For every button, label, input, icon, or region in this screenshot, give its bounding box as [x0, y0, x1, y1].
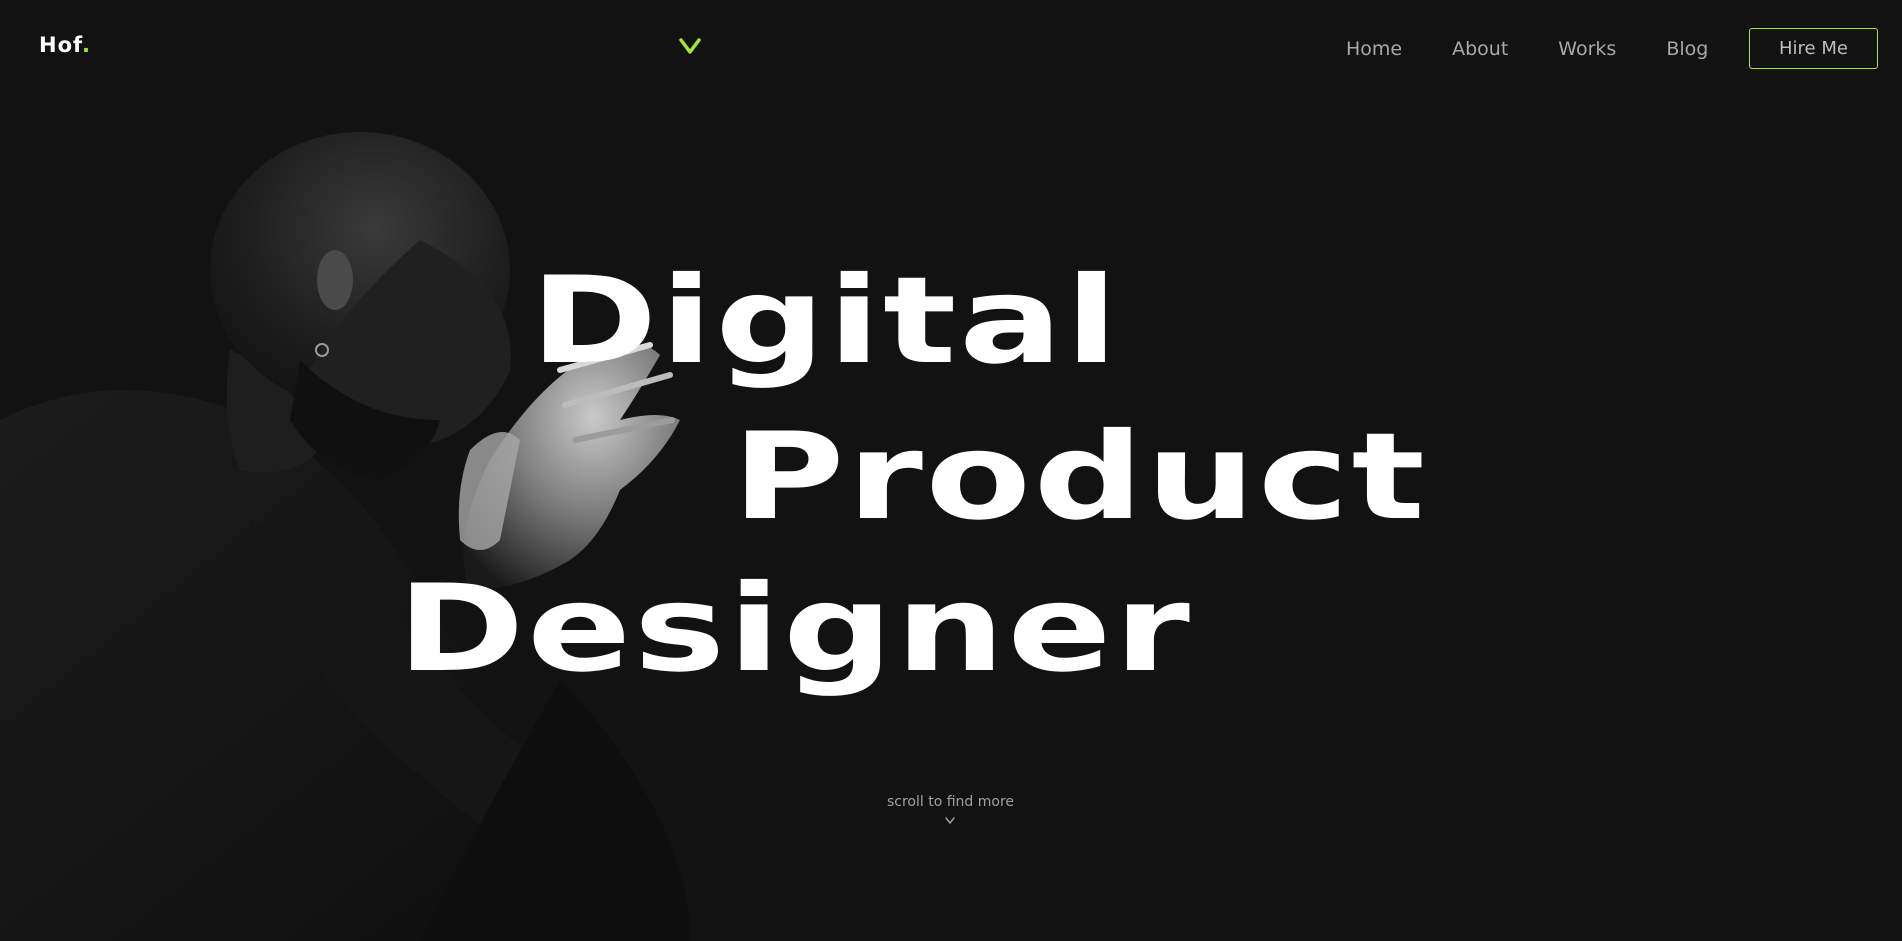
logo-dot: .	[82, 33, 91, 57]
chevron-down-icon[interactable]	[944, 816, 956, 825]
scroll-hint-text[interactable]: scroll to find more	[852, 794, 1049, 810]
nav-about[interactable]: About	[1452, 38, 1508, 60]
headline-line-designer: Designer	[397, 560, 1193, 699]
landing-page: Hof. Home About Works Blog Hire Me Digit…	[0, 0, 1902, 941]
main-nav: Home About Works Blog	[1346, 38, 1708, 60]
headline-line-product: Product	[732, 408, 1428, 547]
nav-works[interactable]: Works	[1558, 38, 1616, 60]
v-chevron-icon[interactable]	[679, 36, 701, 56]
headline-line-digital: Digital	[530, 252, 1121, 391]
logo[interactable]: Hof.	[39, 33, 91, 57]
hero-portrait-image	[0, 132, 690, 941]
nav-home[interactable]: Home	[1346, 38, 1402, 60]
nav-blog[interactable]: Blog	[1666, 38, 1708, 60]
logo-text: Hof	[39, 33, 82, 57]
hire-me-button[interactable]: Hire Me	[1749, 28, 1878, 69]
